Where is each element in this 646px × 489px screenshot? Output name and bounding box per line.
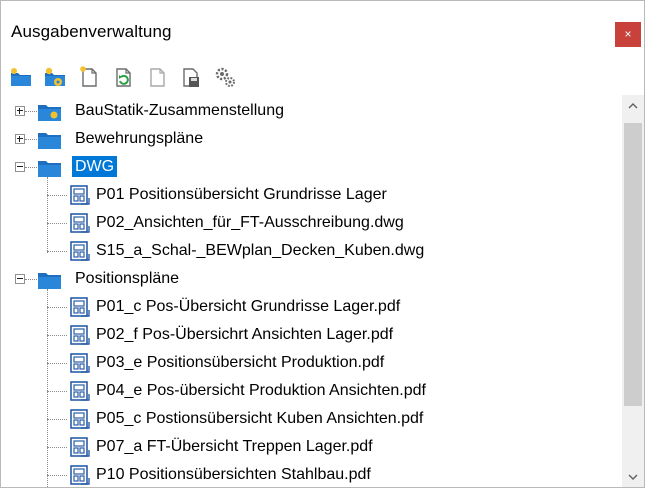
tree-item-label: S15_a_Schal-_BEWplan_Decken_Kuben.dwg <box>96 242 425 259</box>
tree-file-item[interactable]: P02_Ansichten_für_FT-Ausschreibung.dwg <box>1 209 621 237</box>
new-document-icon[interactable] <box>77 65 101 89</box>
tree-file-item[interactable]: S15_a_Schal-_BEWplan_Decken_Kuben.dwg <box>1 237 621 265</box>
scroll-down-button[interactable] <box>622 466 644 487</box>
tree-item-label: P04_e Pos-übersicht Produktion Ansichten… <box>96 382 426 399</box>
folder-icon <box>37 130 62 150</box>
tree-item-label: P03_e Positionsübersicht Produktion.pdf <box>96 354 385 371</box>
scroll-up-button[interactable] <box>622 95 644 117</box>
scroll-thumb[interactable] <box>624 123 642 406</box>
tree-folder-dwg[interactable]: DWG <box>1 153 621 181</box>
panel-title: Ausgabenverwaltung <box>11 22 172 41</box>
tree-item-label: P02_Ansichten_für_FT-Ausschreibung.dwg <box>96 214 404 231</box>
tree-file-item[interactable]: P01 Positionsübersicht Grundrisse Lager <box>1 181 621 209</box>
tree-item-label: DWG <box>72 156 118 177</box>
close-button[interactable]: × <box>615 22 641 47</box>
tree-file-item[interactable]: P07_a FT-Übersicht Treppen Lager.pdf <box>1 433 621 461</box>
title-bar: Ausgabenverwaltung × <box>1 1 644 57</box>
tree-item-label: P07_a FT-Übersicht Treppen Lager.pdf <box>96 438 373 455</box>
output-tree: BauStatik-Zusammenstellung Bewehrungsplä… <box>1 95 621 487</box>
folder-icon <box>37 270 62 290</box>
folder-icon <box>37 158 62 178</box>
layout-file-icon <box>69 380 91 402</box>
layout-file-icon <box>69 408 91 430</box>
expand-toggle[interactable] <box>15 134 25 144</box>
layout-file-icon <box>69 352 91 374</box>
tree-item-label: BauStatik-Zusammenstellung <box>75 102 284 119</box>
layout-file-icon <box>69 324 91 346</box>
tree-item-label: P05_c Postionsübersicht Kuben Ansichten.… <box>96 410 424 427</box>
chevron-down-icon <box>628 474 638 480</box>
layout-file-icon <box>69 436 91 458</box>
expand-toggle[interactable] <box>15 106 25 116</box>
document-disabled-icon[interactable] <box>145 65 169 89</box>
folder-special-icon <box>37 102 62 122</box>
folder-settings-icon[interactable] <box>43 65 67 89</box>
tree-item-label: P10 Positionsübersichten Stahlbau.pdf <box>96 466 371 483</box>
ausgabenverwaltung-panel: Ausgabenverwaltung × BauStatik-Zusammens… <box>0 0 645 488</box>
vertical-scrollbar[interactable] <box>622 95 644 487</box>
tree-file-item[interactable]: P03_e Positionsübersicht Produktion.pdf <box>1 349 621 377</box>
tree-file-item[interactable]: P04_e Pos-übersicht Produktion Ansichten… <box>1 377 621 405</box>
tree-file-item[interactable]: P02_f Pos-Übersichrt Ansichten Lager.pdf <box>1 321 621 349</box>
tree-file-item[interactable]: P01_c Pos-Übersicht Grundrisse Lager.pdf <box>1 293 621 321</box>
layout-file-icon <box>69 464 91 486</box>
refresh-document-icon[interactable] <box>111 65 135 89</box>
collapse-toggle[interactable] <box>15 274 25 284</box>
tree-file-item[interactable]: P10 Positionsübersichten Stahlbau.pdf <box>1 461 621 487</box>
tree-item-label: P02_f Pos-Übersichrt Ansichten Lager.pdf <box>96 326 394 343</box>
layout-file-icon <box>69 212 91 234</box>
tree-item-label: Bewehrungspläne <box>75 130 204 147</box>
tree-folder-positionsplaene[interactable]: Positionspläne <box>1 265 621 293</box>
layout-file-icon <box>69 296 91 318</box>
layout-file-icon <box>69 184 91 206</box>
tree-item-label: Positionspläne <box>75 270 180 287</box>
new-folder-icon[interactable] <box>9 65 33 89</box>
tree-file-item[interactable]: P05_c Postionsübersicht Kuben Ansichten.… <box>1 405 621 433</box>
gear-settings-icon[interactable] <box>213 65 237 89</box>
layout-file-icon <box>69 240 91 262</box>
collapse-toggle[interactable] <box>15 162 25 172</box>
toolbar <box>9 63 309 93</box>
tree-folder-baustatik[interactable]: BauStatik-Zusammenstellung <box>1 97 621 125</box>
chevron-up-icon <box>628 103 638 109</box>
tree-folder-bewehrungsplaene[interactable]: Bewehrungspläne <box>1 125 621 153</box>
save-document-icon[interactable] <box>179 65 203 89</box>
tree-item-label: P01_c Pos-Übersicht Grundrisse Lager.pdf <box>96 298 401 315</box>
tree-item-label: P01 Positionsübersicht Grundrisse Lager <box>96 186 387 203</box>
